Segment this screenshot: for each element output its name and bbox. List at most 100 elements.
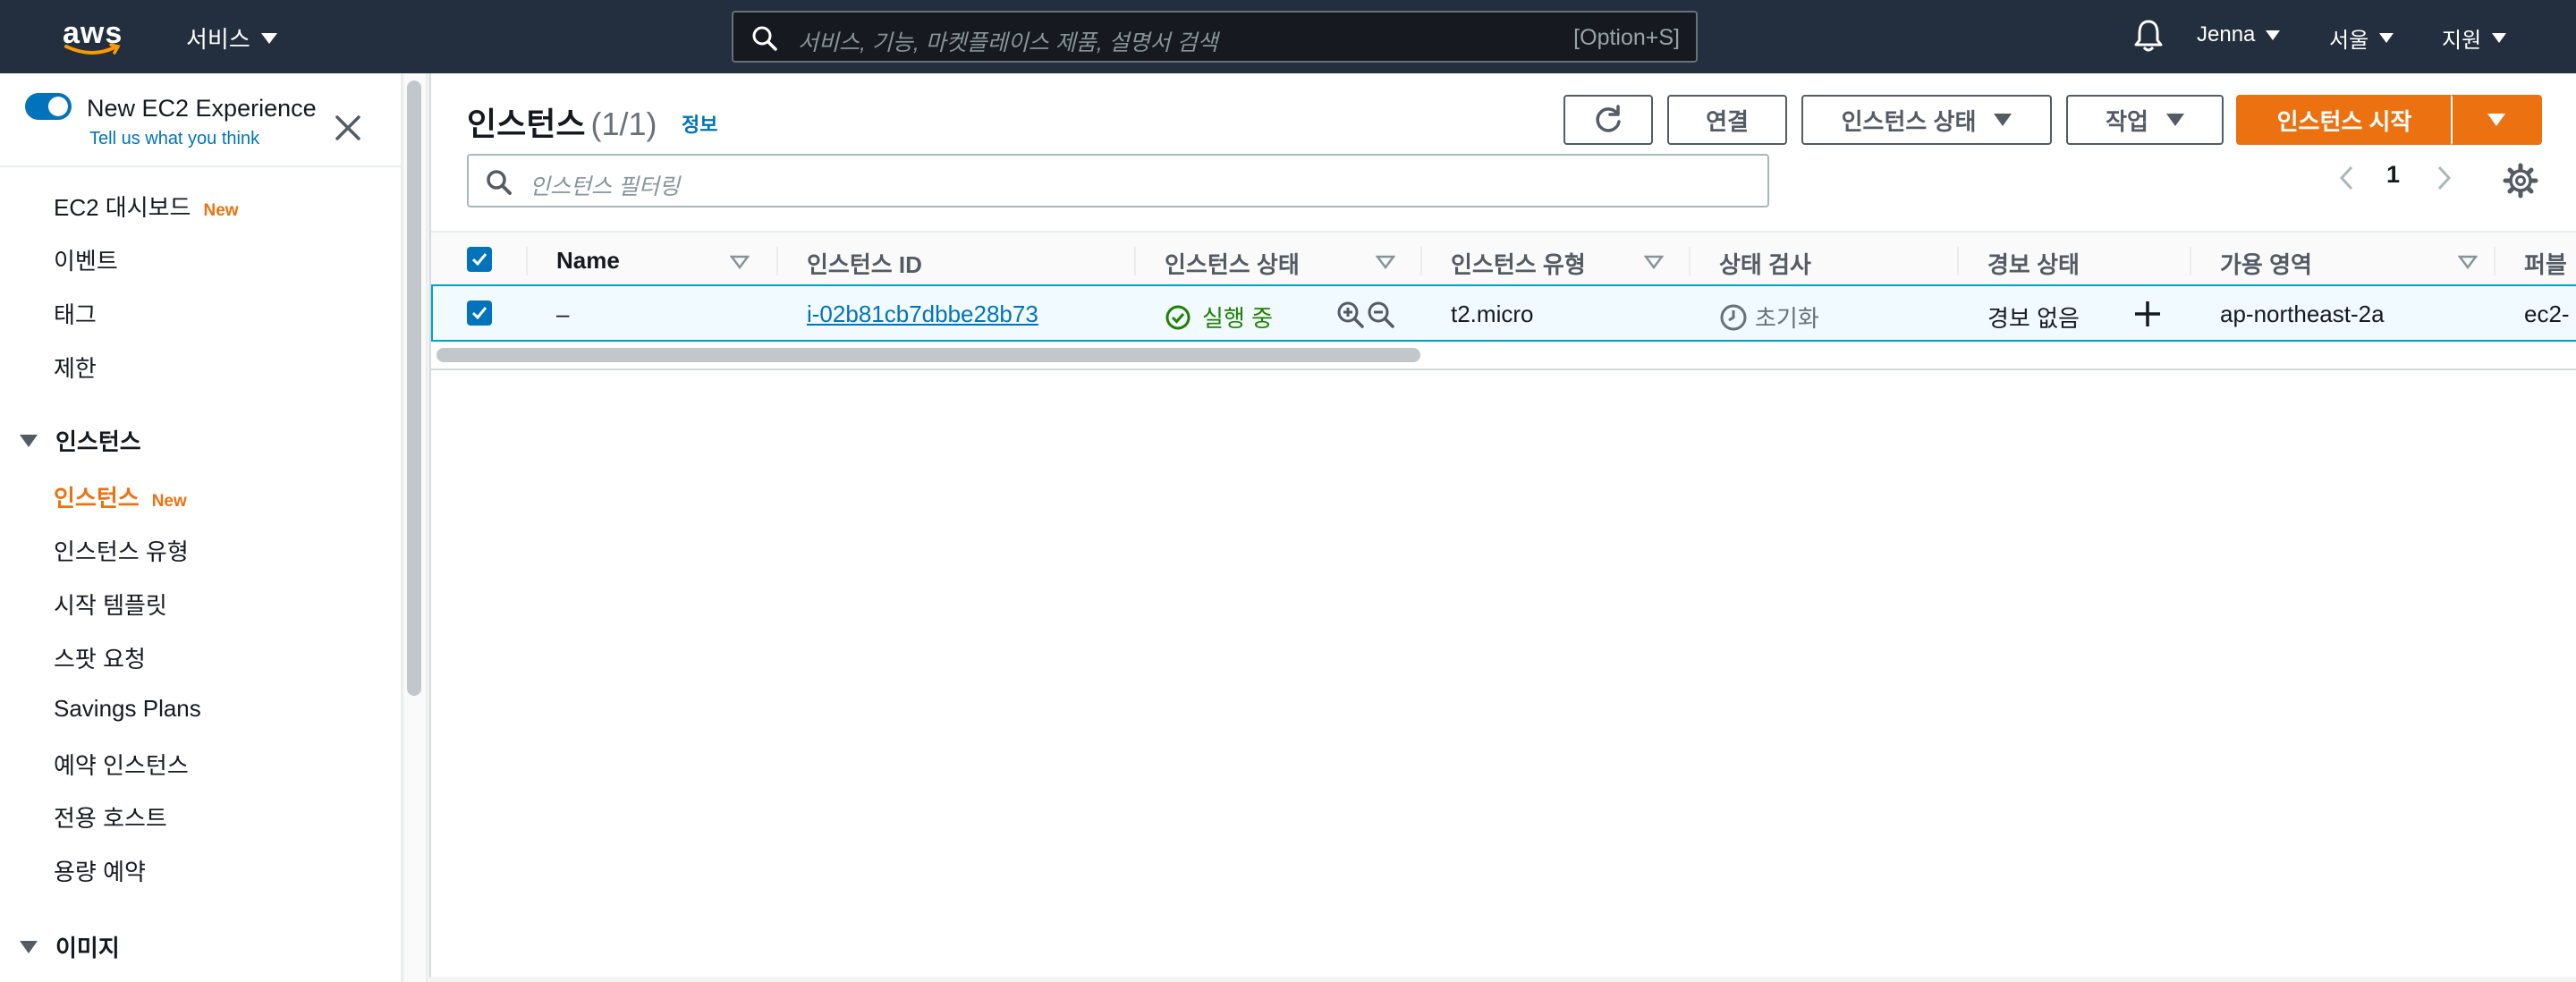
- sort-icon[interactable]: [2458, 255, 2478, 269]
- bell-icon[interactable]: [2132, 18, 2165, 54]
- state-label: 실행 중: [1202, 305, 1273, 332]
- caret-down-icon: [2266, 30, 2281, 40]
- button-label: 인스턴스 시작: [2276, 107, 2412, 135]
- refresh-icon: [1596, 105, 1621, 132]
- services-label: 서비스: [186, 26, 250, 53]
- search-icon: [487, 170, 512, 195]
- launch-options-dropdown[interactable]: [2451, 95, 2542, 145]
- zoom-in-icon[interactable]: [1336, 301, 1365, 329]
- sidebar-item-spot-requests[interactable]: 스팟 요청: [54, 641, 146, 674]
- support-menu[interactable]: 지원: [2442, 22, 2507, 54]
- sidebar-item-label: 제한: [54, 355, 97, 382]
- sidebar-item-label: 전용 호스트: [54, 805, 167, 832]
- refresh-button[interactable]: [1563, 95, 1653, 145]
- sidebar-item-events[interactable]: 이벤트: [54, 243, 118, 276]
- instance-id-link[interactable]: i-02b81cb7dbbe28b73: [807, 301, 1038, 328]
- actions-button[interactable]: 작업: [2066, 95, 2224, 145]
- sidebar-item-label: 인스턴스: [54, 485, 140, 512]
- caret-down-icon: [1994, 114, 2012, 126]
- search-icon: [752, 26, 777, 51]
- global-search-input[interactable]: 서비스, 기능, 마켓플레이스 제품, 설명서 검색 [Option+S]: [732, 11, 1698, 63]
- user-menu[interactable]: Jenna: [2197, 22, 2281, 47]
- collapse-caret-icon: [20, 434, 38, 447]
- sidebar-item-savings-plans[interactable]: Savings Plans: [54, 695, 201, 723]
- cell-instance-state: 실행 중: [1165, 301, 1273, 334]
- caret-down-icon: [2165, 114, 2184, 126]
- row-checkbox[interactable]: [467, 301, 492, 326]
- top-navigation: aws 서비스 서비스, 기능, 마켓플레이스 제품, 설명서 검색 [Opti…: [0, 0, 2576, 73]
- sidebar-item-capacity-reservations[interactable]: 용량 예약: [54, 854, 146, 887]
- info-link[interactable]: 정보: [682, 109, 717, 138]
- sort-icon[interactable]: [1376, 255, 1395, 269]
- current-page-number[interactable]: 1: [2386, 161, 2400, 189]
- column-header-alarm-status[interactable]: 경보 상태: [1987, 247, 2080, 280]
- sidebar-item-reserved-instances[interactable]: 예약 인스턴스: [54, 748, 189, 781]
- main-content: 인스턴스 (1/1) 정보 연결 인스턴스 상태 작업 인스턴스 시작 인스턴스…: [429, 73, 2576, 982]
- sort-icon[interactable]: [1644, 255, 1664, 269]
- checkmark-icon: [471, 307, 487, 320]
- sidebar-item-ec2-dashboard[interactable]: EC2 대시보드 New: [54, 190, 239, 223]
- column-separator: [2494, 247, 2496, 275]
- column-header-instance-id[interactable]: 인스턴스 ID: [807, 247, 922, 280]
- region-name: 서울: [2329, 29, 2369, 53]
- instance-state-button[interactable]: 인스턴스 상태: [1801, 95, 2052, 145]
- sidebar-section-images[interactable]: 이미지: [20, 930, 120, 963]
- sidebar-item-label: 용량 예약: [54, 859, 146, 885]
- column-separator: [776, 247, 778, 275]
- sidebar-item-label: 이벤트: [54, 248, 118, 275]
- chevron-left-icon[interactable]: [2338, 165, 2356, 191]
- sidebar-item-instances[interactable]: 인스턴스 New: [54, 480, 187, 513]
- search-placeholder: 서비스, 기능, 마켓플레이스 제품, 설명서 검색: [798, 30, 1218, 55]
- launch-instances-button[interactable]: 인스턴스 시작: [2236, 95, 2453, 145]
- page-title-text: 인스턴스: [467, 106, 586, 142]
- column-separator: [1420, 247, 1422, 275]
- button-label: 연결: [1706, 107, 1749, 135]
- chevron-right-icon[interactable]: [2435, 165, 2453, 191]
- sidebar-item-label: 예약 인스턴스: [54, 752, 189, 779]
- new-experience-toggle[interactable]: [25, 93, 72, 120]
- caret-down-icon: [2487, 114, 2505, 126]
- sidebar-item-label: 스팟 요청: [54, 646, 146, 673]
- column-header-name[interactable]: Name: [556, 247, 620, 275]
- search-shortcut-hint: [Option+S]: [1573, 25, 1680, 50]
- sidebar-item-launch-templates[interactable]: 시작 템플릿: [54, 588, 167, 621]
- column-header-status-check[interactable]: 상태 검사: [1719, 247, 1811, 280]
- sidebar-item-limits[interactable]: 제한: [54, 351, 97, 384]
- zoom-out-icon[interactable]: [1367, 301, 1395, 329]
- status-check-label: 초기화: [1755, 305, 1819, 332]
- close-icon[interactable]: [333, 113, 363, 143]
- cell-name: –: [556, 301, 570, 327]
- gear-icon[interactable]: [2503, 163, 2538, 199]
- sidebar-item-instance-types[interactable]: 인스턴스 유형: [54, 534, 189, 567]
- sidebar-section-instances[interactable]: 인스턴스: [20, 424, 141, 457]
- column-separator: [1134, 247, 1136, 275]
- instance-filter-input[interactable]: 인스턴스 필터링: [467, 154, 1769, 207]
- sidebar-item-dedicated-hosts[interactable]: 전용 호스트: [54, 800, 167, 834]
- column-separator: [1957, 247, 1959, 275]
- add-alarm-icon[interactable]: [2132, 299, 2163, 329]
- sidebar-item-tags[interactable]: 태그: [54, 297, 97, 330]
- table-horizontal-scrollbar[interactable]: [436, 348, 1420, 362]
- connect-button[interactable]: 연결: [1667, 95, 1787, 145]
- column-header-instance-state[interactable]: 인스턴스 상태: [1165, 247, 1300, 280]
- table-row[interactable]: – i-02b81cb7dbbe28b73 실행 중 t2.micro 초기화 …: [431, 284, 2576, 342]
- column-header-availability-zone[interactable]: 가용 영역: [2220, 247, 2312, 280]
- feedback-link[interactable]: Tell us what you think: [89, 129, 259, 149]
- user-name: Jenna: [2197, 22, 2256, 47]
- sidebar-scrollbar[interactable]: [407, 80, 421, 696]
- services-menu[interactable]: 서비스: [186, 21, 277, 55]
- toggle-knob: [48, 97, 68, 116]
- support-label: 지원: [2442, 29, 2482, 53]
- aws-logo[interactable]: aws: [63, 16, 125, 57]
- sidebar-divider: [0, 165, 401, 167]
- aws-smile-icon: [64, 43, 121, 55]
- region-menu[interactable]: 서울: [2329, 22, 2394, 54]
- sort-icon[interactable]: [730, 255, 750, 269]
- page-title: 인스턴스 (1/1): [467, 98, 657, 145]
- sidebar: New EC2 Experience Tell us what you thin…: [0, 73, 402, 982]
- column-header-instance-type[interactable]: 인스턴스 유형: [1451, 247, 1586, 280]
- column-separator: [2190, 247, 2191, 275]
- cell-status-check: 초기화: [1719, 301, 1819, 334]
- select-all-checkbox[interactable]: [467, 247, 492, 272]
- table-bottom-border: [431, 368, 2576, 370]
